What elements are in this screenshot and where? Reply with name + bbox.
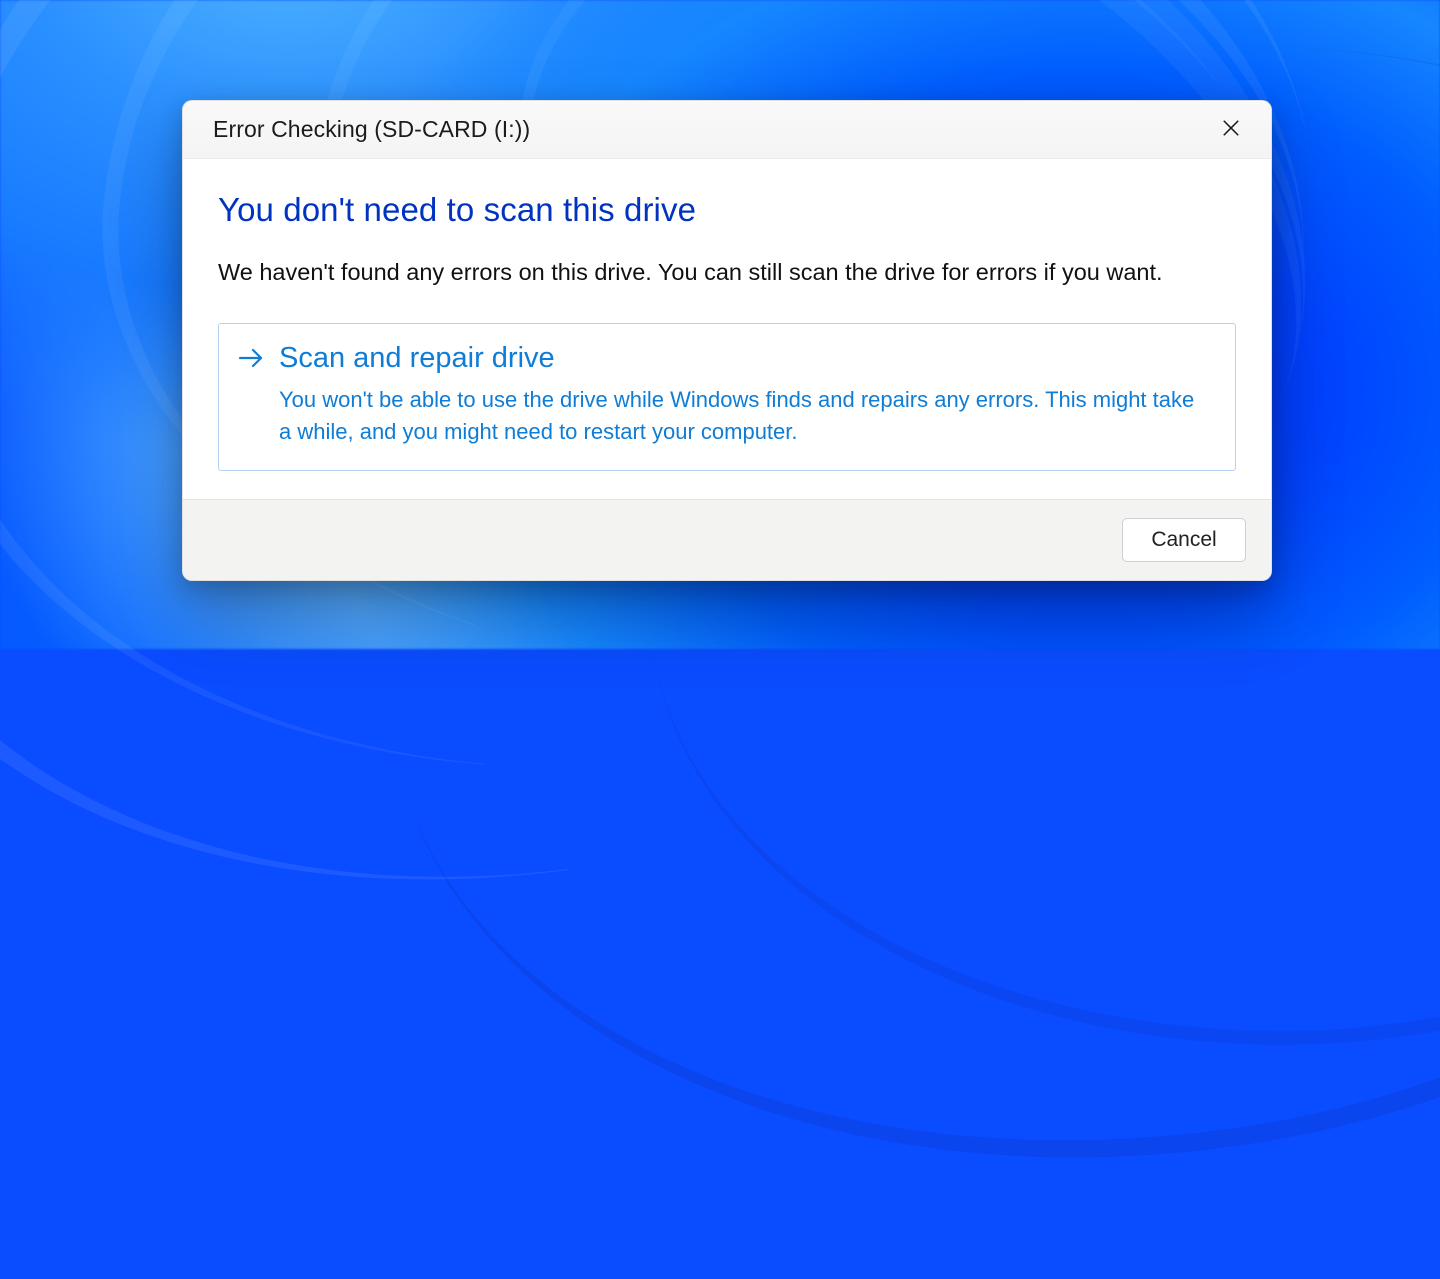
- error-checking-dialog: Error Checking (SD-CARD (I:)) You don't …: [182, 100, 1272, 581]
- scan-and-repair-commandlink[interactable]: Scan and repair drive You won't be able …: [218, 323, 1236, 471]
- cancel-button[interactable]: Cancel: [1122, 518, 1246, 562]
- dialog-content: You don't need to scan this drive We hav…: [183, 159, 1271, 499]
- dialog-body-text: We haven't found any errors on this driv…: [218, 257, 1236, 289]
- dialog-title: Error Checking (SD-CARD (I:)): [213, 116, 530, 143]
- dialog-titlebar[interactable]: Error Checking (SD-CARD (I:)): [183, 101, 1271, 159]
- commandlink-description: You won't be able to use the drive while…: [279, 384, 1209, 448]
- close-button[interactable]: [1201, 109, 1261, 151]
- dialog-headline: You don't need to scan this drive: [218, 191, 1236, 229]
- commandlink-text: Scan and repair drive You won't be able …: [279, 340, 1209, 448]
- commandlink-title: Scan and repair drive: [279, 340, 1209, 376]
- arrow-right-icon: [237, 346, 265, 373]
- dialog-footer: Cancel: [183, 499, 1271, 580]
- close-icon: [1222, 119, 1240, 140]
